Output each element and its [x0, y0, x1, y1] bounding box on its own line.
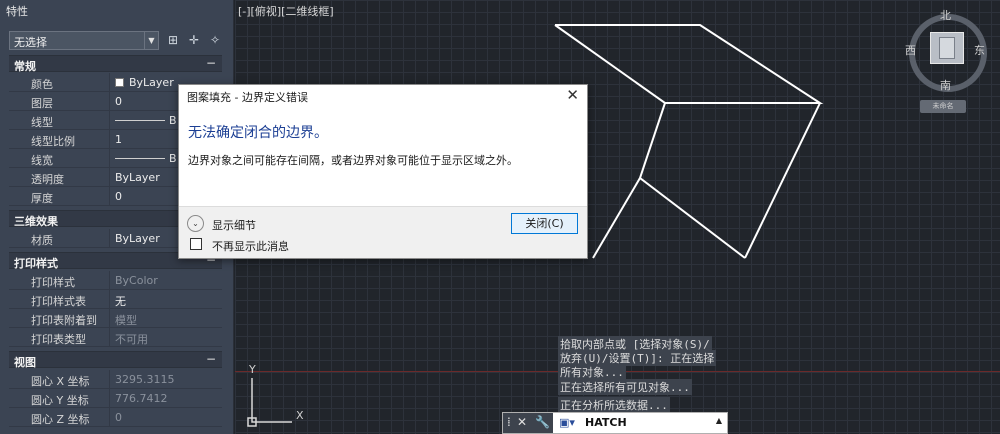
dont-show-again-label[interactable]: 不再显示此消息: [212, 238, 289, 254]
prop-label: 线型比例: [31, 135, 75, 148]
prop-label: 厚度: [31, 192, 53, 205]
prop-row-center-x[interactable]: 圆心 X 坐标 3295.3115: [9, 370, 222, 389]
ucs-icon: [247, 378, 292, 427]
ucs-y-label: Y: [249, 363, 256, 376]
prop-label: 线宽: [31, 154, 53, 167]
linetype-preview-icon: [115, 120, 165, 121]
collapse-icon[interactable]: −: [206, 352, 216, 366]
prop-label: 线型: [31, 116, 53, 129]
dont-show-again-checkbox[interactable]: [190, 238, 202, 250]
command-history-line: 所有对象...: [558, 364, 626, 380]
section-general-label: 常规: [14, 60, 36, 73]
show-details-toggle[interactable]: 显示细节: [212, 217, 256, 233]
command-history-line: 正在分析所选数据...: [558, 397, 670, 413]
prop-value: B: [115, 114, 177, 127]
prop-label: 打印样式: [31, 276, 75, 289]
toggle-pickadd-icon[interactable]: ⊞: [165, 32, 181, 48]
dialog-heading: 无法确定闭合的边界。: [188, 125, 328, 141]
prop-value: ByLayer: [115, 171, 160, 184]
chevron-down-icon[interactable]: ▼: [144, 32, 158, 49]
prop-value: 0: [115, 411, 122, 424]
prop-value: 776.7412: [115, 392, 168, 405]
section-3d-label: 三维效果: [14, 215, 58, 228]
command-prompt-icon[interactable]: ▣▾: [559, 416, 575, 429]
section-view[interactable]: 视图 −: [9, 351, 222, 369]
prop-value: 1: [115, 133, 122, 146]
viewcube[interactable]: [930, 32, 964, 64]
prop-value: ByLayer: [115, 232, 160, 245]
quick-select-icon[interactable]: ✧: [207, 32, 223, 48]
collapse-icon[interactable]: −: [206, 56, 216, 70]
viewcube-top-face[interactable]: [939, 37, 955, 59]
prop-value: 不可用: [115, 333, 148, 346]
prop-row-center-z[interactable]: 圆心 Z 坐标 0: [9, 408, 222, 427]
chevron-up-icon[interactable]: ▲: [716, 416, 722, 425]
prop-value: 0: [115, 95, 122, 108]
grip-icon[interactable]: ⁞: [507, 415, 511, 429]
hatch-error-dialog: 图案填充 - 边界定义错误 ✕ 无法确定闭合的边界。 边界对象之间可能存在间隔，…: [178, 84, 588, 259]
prop-row-center-y[interactable]: 圆心 Y 坐标 776.7412: [9, 389, 222, 408]
prop-value: 无: [115, 295, 126, 308]
ucs-x-label: X: [296, 409, 304, 422]
dialog-message: 边界对象之间可能存在间隔，或者边界对象可能位于显示区域之外。: [188, 154, 518, 167]
selection-dropdown-value: 无选择: [14, 36, 47, 49]
prop-label: 打印表附着到: [31, 314, 97, 327]
wcs-menu[interactable]: 未命名: [920, 100, 966, 113]
compass-east[interactable]: 东: [974, 42, 985, 58]
prop-value: 模型: [115, 314, 137, 327]
section-general[interactable]: 常规 −: [9, 55, 222, 73]
prop-row-plotattached[interactable]: 打印表附着到 模型: [9, 309, 222, 328]
prop-value: B: [115, 152, 177, 165]
command-history-line: 正在选择所有可见对象...: [558, 379, 692, 395]
section-plot-label: 打印样式: [14, 257, 58, 270]
compass-north[interactable]: 北: [940, 7, 951, 23]
command-line[interactable]: ⁞ ✕ 🔧 ▣▾ HATCH ▲: [502, 412, 728, 434]
prop-label: 圆心 Y 坐标: [31, 394, 89, 407]
select-objects-icon[interactable]: ✛: [186, 32, 202, 48]
close-button[interactable]: 关闭(C): [511, 213, 578, 234]
close-icon[interactable]: ✕: [566, 86, 579, 104]
close-icon[interactable]: ✕: [517, 415, 527, 429]
command-input[interactable]: HATCH: [585, 416, 627, 429]
prop-row-plotstyle[interactable]: 打印样式 ByColor: [9, 271, 222, 290]
prop-label: 材质: [31, 234, 53, 247]
prop-value: ByLayer: [115, 76, 174, 89]
prop-label: 圆心 Z 坐标: [31, 413, 90, 426]
prop-row-plottable[interactable]: 打印样式表 无: [9, 290, 222, 309]
prop-label: 颜色: [31, 78, 53, 91]
box-edges: [554, 24, 824, 259]
prop-value: ByColor: [115, 274, 158, 287]
dialog-footer: ⌄ 显示细节 不再显示此消息 关闭(C): [179, 206, 587, 258]
dialog-title: 图案填充 - 边界定义错误: [187, 91, 308, 104]
selection-dropdown[interactable]: 无选择 ▼: [9, 31, 159, 50]
prop-label: 透明度: [31, 173, 64, 186]
color-swatch-icon: [115, 78, 124, 87]
prop-label: 圆心 X 坐标: [31, 375, 90, 388]
expand-details-icon[interactable]: ⌄: [187, 215, 204, 232]
compass-south[interactable]: 南: [940, 77, 951, 93]
prop-row-plottype[interactable]: 打印表类型 不可用: [9, 328, 222, 347]
wrench-icon[interactable]: 🔧: [535, 415, 550, 429]
prop-label: 打印表类型: [31, 333, 86, 346]
prop-label: 图层: [31, 97, 53, 110]
compass-west[interactable]: 西: [905, 42, 916, 58]
lineweight-preview-icon: [115, 158, 165, 159]
prop-value: 0: [115, 190, 122, 203]
section-view-label: 视图: [14, 356, 36, 369]
palette-title: 特性: [6, 5, 28, 18]
prop-value: 3295.3115: [115, 373, 175, 386]
prop-label: 打印样式表: [31, 295, 86, 308]
